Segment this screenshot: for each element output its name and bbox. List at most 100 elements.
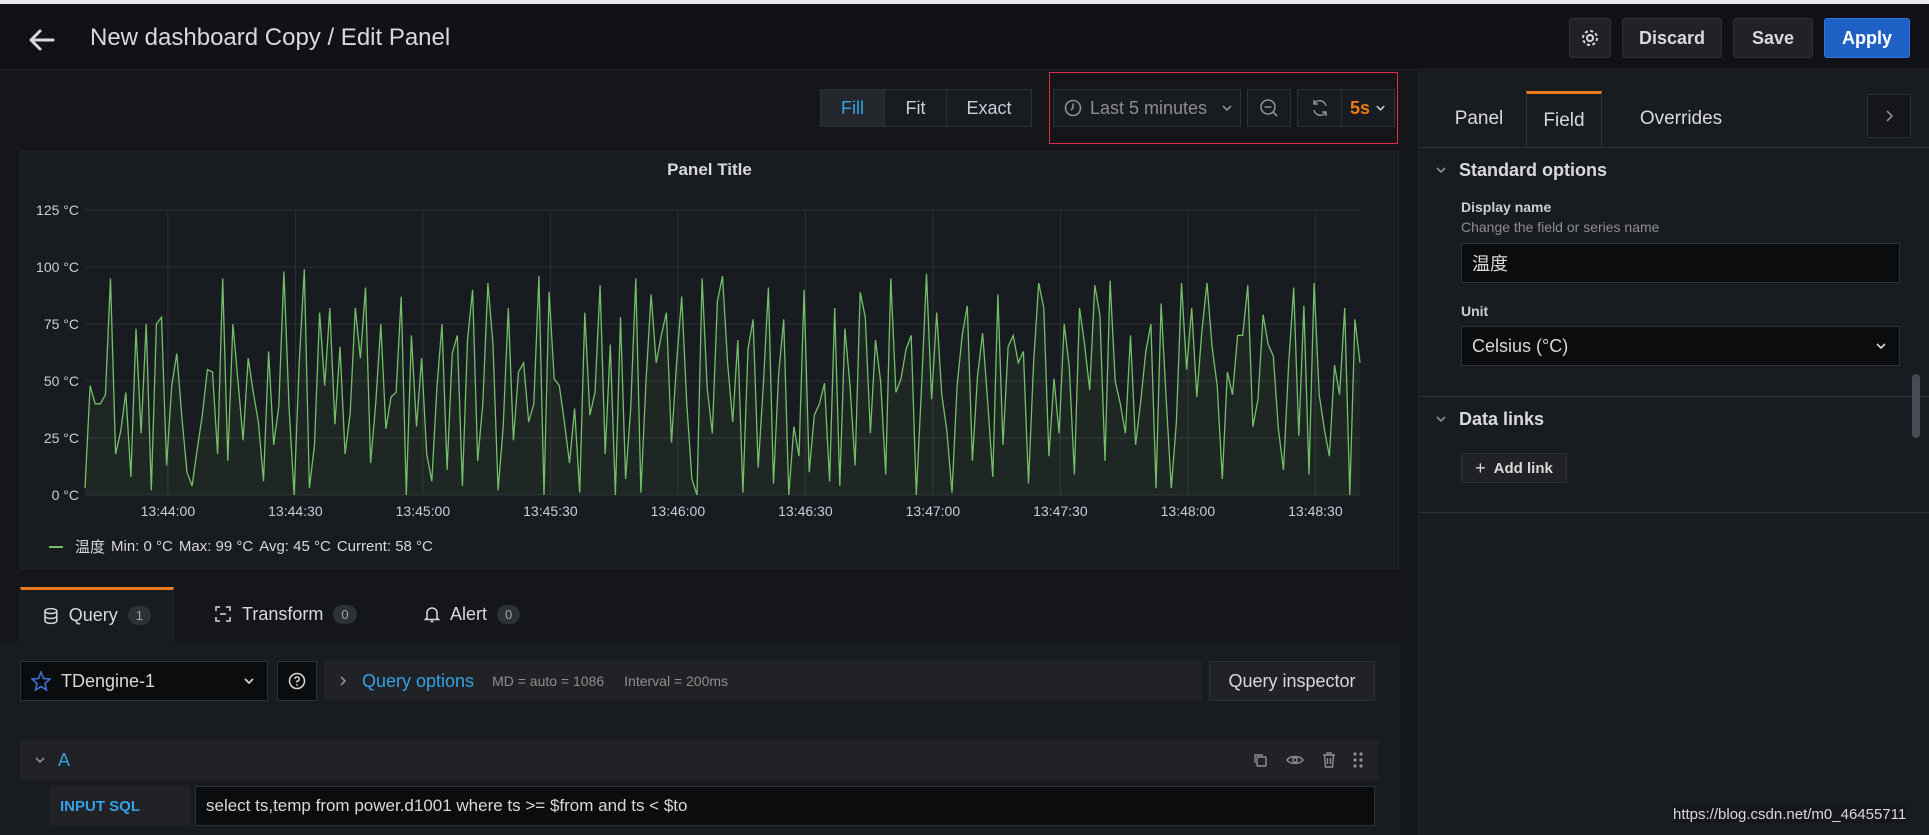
chevron-right-icon bbox=[1886, 110, 1894, 122]
options-scrollbar[interactable] bbox=[1912, 374, 1920, 438]
highlight-annotation-box bbox=[1049, 72, 1398, 144]
y-tick-label: 100 °C bbox=[36, 259, 79, 275]
data-links-header[interactable]: Data links bbox=[1419, 402, 1929, 436]
view-mode-fit[interactable]: Fit bbox=[885, 90, 947, 126]
chevron-down-icon bbox=[244, 678, 254, 685]
add-link-button[interactable]: + Add link bbox=[1461, 453, 1567, 483]
tab-query-label: Query bbox=[68, 605, 118, 625]
standard-options-header[interactable]: Standard options bbox=[1419, 153, 1929, 187]
unit-select[interactable]: Celsius (°C) bbox=[1461, 326, 1900, 366]
add-link-label: Add link bbox=[1493, 459, 1553, 477]
tab-field[interactable]: Field bbox=[1526, 91, 1602, 147]
chevron-right-icon bbox=[340, 676, 347, 686]
datasource-picker[interactable]: TDengine-1 bbox=[20, 661, 268, 701]
arrow-left-icon bbox=[29, 29, 55, 51]
x-tick-label: 13:44:30 bbox=[268, 503, 323, 519]
query-inspector-button[interactable]: Query inspector bbox=[1209, 661, 1375, 701]
apply-button[interactable]: Apply bbox=[1824, 18, 1910, 58]
page-title: New dashboard Copy / Edit Panel bbox=[90, 24, 451, 51]
legend-max: Max: 99 °C bbox=[178, 538, 254, 555]
tab-alert-label: Alert bbox=[450, 603, 488, 624]
query-options-interval: Interval = 200ms bbox=[624, 673, 729, 689]
x-tick-label: 13:45:00 bbox=[396, 503, 451, 519]
tab-alert[interactable]: Alert 0 bbox=[402, 587, 542, 641]
y-tick-label: 75 °C bbox=[44, 316, 79, 332]
tdengine-logo-icon bbox=[31, 671, 51, 691]
tab-overrides[interactable]: Overrides bbox=[1619, 91, 1743, 147]
tab-query-count: 1 bbox=[127, 606, 151, 625]
sql-label: INPUT SQL bbox=[50, 786, 190, 826]
standard-options-section: Standard options bbox=[1419, 153, 1929, 187]
tab-alert-count: 0 bbox=[497, 604, 521, 624]
sql-input[interactable]: select ts,temp from power.d1001 where ts… bbox=[195, 786, 1375, 826]
chevron-down-icon bbox=[1436, 416, 1446, 423]
chevron-down-icon bbox=[1876, 343, 1886, 350]
eye-icon[interactable] bbox=[1286, 753, 1304, 767]
view-mode-fill[interactable]: Fill bbox=[821, 90, 885, 126]
trash-icon[interactable] bbox=[1322, 752, 1336, 768]
duplicate-icon[interactable] bbox=[1252, 752, 1268, 768]
collapse-pane-button[interactable] bbox=[1867, 94, 1911, 138]
view-mode-exact[interactable]: Exact bbox=[947, 90, 1031, 126]
panel-preview: Panel Title 0 °C 25 °C 50 °C 75 °C 100 °C 125… bbox=[20, 151, 1399, 569]
standard-options-title: Standard options bbox=[1459, 159, 1607, 180]
tab-transform-label: Transform bbox=[242, 603, 324, 624]
display-name-input[interactable]: 温度 bbox=[1461, 243, 1900, 283]
chevron-down-icon[interactable] bbox=[34, 756, 46, 764]
legend-min: Min: 0 °C bbox=[111, 538, 173, 555]
data-links-title: Data links bbox=[1459, 408, 1545, 429]
query-tabs: Query 1 Transform 0 Alert 0 bbox=[20, 587, 1400, 641]
query-row-header: A bbox=[20, 740, 1378, 780]
back-button[interactable] bbox=[22, 22, 62, 58]
top-bar: New dashboard Copy / Edit Panel Discard … bbox=[0, 4, 1929, 70]
y-tick-label: 0 °C bbox=[52, 487, 79, 503]
y-tick-label: 50 °C bbox=[44, 373, 79, 389]
x-tick-label: 13:46:30 bbox=[778, 503, 833, 519]
x-tick-label: 13:47:00 bbox=[906, 503, 961, 519]
series-area-fill bbox=[85, 269, 1360, 495]
divider bbox=[1419, 512, 1929, 513]
discard-button[interactable]: Discard bbox=[1622, 18, 1722, 58]
x-tick-label: 13:44:00 bbox=[141, 503, 196, 519]
display-name-desc: Change the field or series name bbox=[1461, 219, 1660, 235]
query-options-md: MD = auto = 1086 bbox=[492, 673, 605, 689]
datasource-name: TDengine-1 bbox=[61, 670, 156, 691]
transform-icon bbox=[215, 606, 231, 622]
tab-transform[interactable]: Transform 0 bbox=[192, 587, 379, 641]
display-name-label: Display name bbox=[1461, 199, 1552, 215]
time-series-chart: 0 °C 25 °C 50 °C 75 °C 100 °C 125 °C 13:44:00 1… bbox=[36, 202, 1361, 519]
unit-value: Celsius (°C) bbox=[1472, 335, 1569, 356]
settings-button[interactable] bbox=[1569, 18, 1611, 58]
tab-query[interactable]: Query 1 bbox=[20, 587, 174, 641]
drag-handle-icon[interactable] bbox=[1352, 751, 1364, 769]
data-links-section: Data links bbox=[1419, 402, 1929, 436]
y-tick-label: 125 °C bbox=[36, 202, 79, 218]
bell-icon bbox=[424, 607, 440, 623]
x-tick-label: 13:45:30 bbox=[523, 503, 578, 519]
unit-label: Unit bbox=[1461, 303, 1489, 319]
view-mode-switch: Fill Fit Exact bbox=[820, 89, 1032, 127]
datasource-help-button[interactable] bbox=[277, 661, 317, 701]
chevron-down-icon bbox=[1436, 167, 1446, 174]
x-tick-label: 13:47:30 bbox=[1033, 503, 1088, 519]
x-tick-label: 13:48:30 bbox=[1288, 503, 1343, 519]
database-icon bbox=[44, 607, 58, 624]
query-ref-id[interactable]: A bbox=[58, 750, 70, 771]
tab-transform-count: 0 bbox=[333, 604, 357, 624]
legend-avg: Avg: 45 °C bbox=[259, 538, 331, 555]
watermark-url: https://blog.csdn.net/m0_46455711 bbox=[1673, 806, 1907, 823]
plus-icon: + bbox=[1475, 457, 1486, 478]
x-tick-label: 13:46:00 bbox=[651, 503, 706, 519]
options-pane: Panel Field Overrides Standard options D… bbox=[1418, 71, 1929, 835]
y-tick-label: 25 °C bbox=[44, 430, 79, 446]
query-options-label[interactable]: Query options bbox=[362, 671, 474, 692]
legend-series-name[interactable]: 温度 bbox=[75, 536, 105, 557]
question-circle-icon bbox=[288, 672, 306, 690]
save-button[interactable]: Save bbox=[1733, 18, 1813, 58]
query-options-bar[interactable]: Query options MD = auto = 1086 Interval … bbox=[324, 661, 1202, 701]
legend-swatch bbox=[49, 545, 63, 548]
divider bbox=[1419, 147, 1929, 148]
chart-legend: 温度 Min: 0 °C Max: 99 °C Avg: 45 °C Curre… bbox=[49, 536, 433, 557]
tab-panel[interactable]: Panel bbox=[1439, 91, 1519, 147]
x-tick-label: 13:48:00 bbox=[1161, 503, 1216, 519]
